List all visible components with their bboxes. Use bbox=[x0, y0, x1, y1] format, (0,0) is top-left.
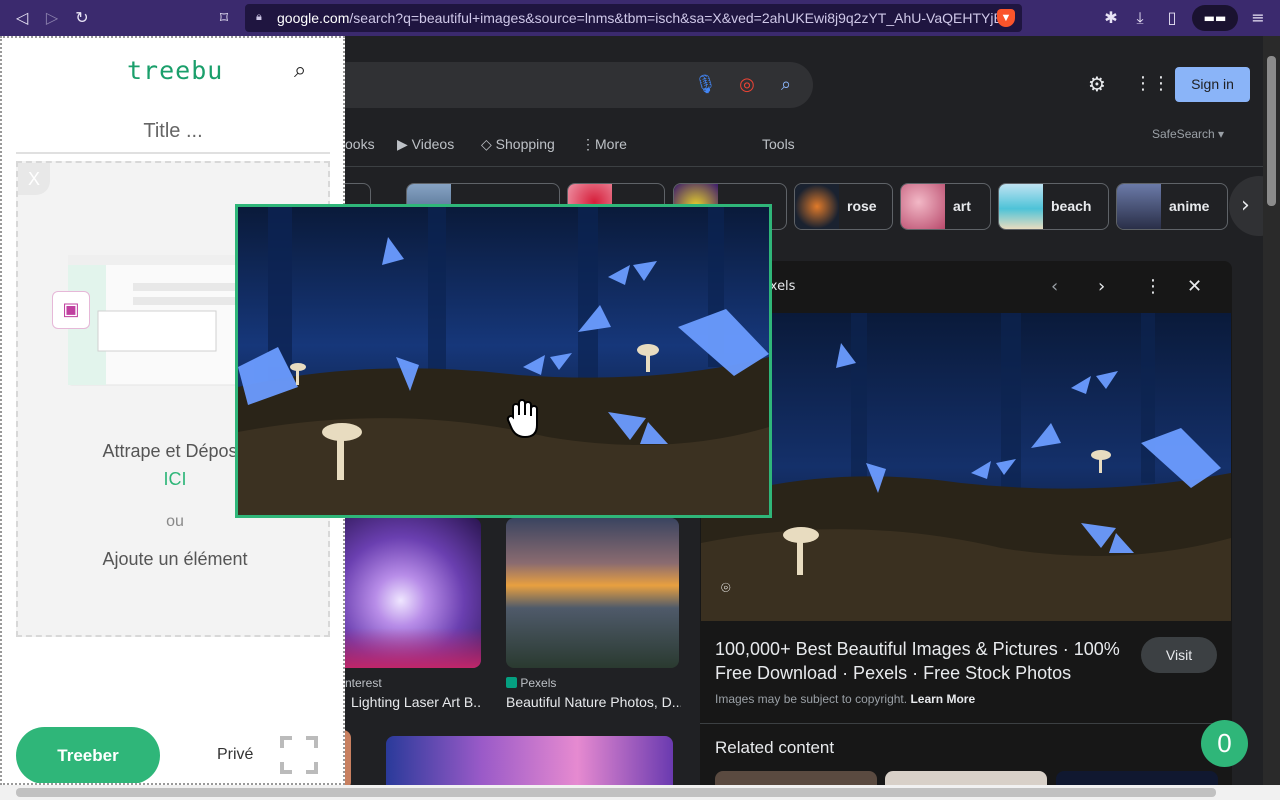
tab-more-label: More bbox=[595, 136, 627, 152]
safesearch-label: SafeSearch bbox=[1152, 127, 1215, 141]
add-item-link[interactable]: Ajoute un élément bbox=[18, 549, 332, 570]
search-box[interactable]: 🎙︎ ◎ ⌕ bbox=[345, 62, 813, 108]
related-thumb[interactable] bbox=[1056, 771, 1218, 785]
private-profile-icon[interactable]: ▬▬ bbox=[1192, 5, 1238, 31]
chip-thumb bbox=[1117, 184, 1161, 229]
tab-videos[interactable]: ▶︎ Videos bbox=[397, 136, 454, 153]
menu-icon[interactable]: ≡ bbox=[1246, 6, 1270, 30]
tab-books[interactable]: ooks bbox=[345, 136, 375, 152]
tab-shopping[interactable]: ◇ Shopping bbox=[481, 136, 555, 153]
brave-shield-icon[interactable]: ▼ bbox=[997, 9, 1015, 27]
divider bbox=[700, 723, 1232, 724]
result-image[interactable] bbox=[345, 518, 481, 668]
chip-anime[interactable]: anime bbox=[1116, 183, 1228, 230]
item-counter-badge[interactable]: 0 bbox=[1201, 720, 1248, 767]
treeber-button[interactable]: Treeber bbox=[16, 727, 160, 783]
panel-title[interactable]: 100,000+ Best Beautiful Images & Picture… bbox=[715, 637, 1135, 685]
related-content-heading: Related content bbox=[715, 738, 835, 757]
browser-toolbar: ◁ ▷ ↻ ⌑ google.com/search?q=beautiful+im… bbox=[0, 0, 1280, 36]
related-thumb[interactable] bbox=[715, 771, 877, 785]
visit-button[interactable]: Visit bbox=[1141, 637, 1217, 673]
fullscreen-icon[interactable] bbox=[280, 736, 318, 774]
lens-search-icon[interactable]: ⌾ bbox=[721, 578, 743, 600]
prev-icon[interactable]: ‹ bbox=[1051, 276, 1058, 297]
download-icon[interactable]: ⤓ bbox=[1128, 6, 1152, 30]
flowers-decor bbox=[345, 628, 481, 668]
title-input[interactable] bbox=[16, 110, 330, 154]
close-button[interactable]: X bbox=[18, 163, 50, 195]
safesearch-menu[interactable]: SafeSearch ▾ bbox=[1152, 127, 1224, 141]
chip-label: beach bbox=[1051, 198, 1092, 214]
result-source: Pexels bbox=[520, 676, 557, 690]
address-bar[interactable]: google.com/search?q=beautiful+images&sou… bbox=[245, 4, 1022, 32]
result-title[interactable]: Beautiful Nature Photos, D... bbox=[506, 694, 681, 710]
copyright-text: Images may be subject to copyright. bbox=[715, 692, 908, 706]
more-dots-icon: ⋮ bbox=[581, 136, 595, 152]
chip-beach[interactable]: beach bbox=[998, 183, 1109, 230]
bookmark-icon[interactable]: ⌑ bbox=[212, 6, 236, 30]
chevron-right-icon[interactable]: › bbox=[1229, 176, 1263, 236]
search-icon[interactable]: ⌕ bbox=[775, 74, 797, 96]
result-source-row: Pexels bbox=[506, 676, 556, 690]
scrollbar-thumb[interactable] bbox=[16, 788, 1216, 797]
private-toggle[interactable]: Privé bbox=[217, 746, 253, 764]
video-icon: ▶︎ bbox=[397, 136, 412, 152]
tab-videos-label: Videos bbox=[411, 136, 455, 152]
chip-thumb bbox=[795, 184, 839, 229]
chip-art[interactable]: art bbox=[900, 183, 991, 230]
chevron-down-icon: ▾ bbox=[1214, 127, 1225, 141]
preview-image[interactable]: ⌾ bbox=[701, 313, 1231, 621]
sidebar-icon[interactable]: ▯ bbox=[1160, 6, 1184, 30]
result-title[interactable]: Lighting Laser Art B... bbox=[351, 694, 481, 710]
grab-cursor-icon bbox=[505, 397, 545, 439]
result-image[interactable] bbox=[386, 736, 673, 785]
result-image[interactable] bbox=[345, 730, 351, 785]
scrollbar-thumb[interactable] bbox=[1267, 56, 1276, 206]
extensions-icon[interactable]: ✱ bbox=[1099, 6, 1123, 30]
apps-grid-icon[interactable]: ⋮⋮⋮ bbox=[1134, 73, 1188, 95]
result-source: nterest bbox=[345, 676, 382, 690]
tab-more[interactable]: ⋮More bbox=[581, 136, 627, 153]
copyright-note: Images may be subject to copyright. Lear… bbox=[715, 692, 975, 706]
chip-label: art bbox=[953, 198, 971, 214]
related-thumb[interactable] bbox=[885, 771, 1047, 785]
image-icon: ▣ bbox=[52, 291, 90, 329]
close-icon[interactable]: ✕ bbox=[1187, 276, 1202, 297]
result-image[interactable] bbox=[506, 518, 679, 668]
chip-label: anime bbox=[1169, 198, 1210, 214]
back-icon[interactable]: ◁ bbox=[10, 6, 34, 30]
search-icon[interactable]: ⌕ bbox=[294, 58, 320, 84]
sign-in-button[interactable]: Sign in bbox=[1175, 67, 1250, 102]
pexels-favicon-icon bbox=[506, 677, 517, 688]
tag-icon: ◇ bbox=[481, 136, 496, 152]
chip-rose[interactable]: rose bbox=[794, 183, 893, 230]
chip-thumb bbox=[999, 184, 1043, 229]
chip-thumb bbox=[901, 184, 945, 229]
image-preview-panel: exels ‹ › ⋮ ✕ ⌾ 100,000+ Best Beautiful … bbox=[700, 261, 1232, 785]
settings-gear-icon[interactable]: ⚙ bbox=[1086, 73, 1108, 95]
mic-icon[interactable]: 🎙︎ bbox=[694, 74, 717, 96]
url-host: google.com bbox=[277, 10, 350, 26]
horizontal-scrollbar[interactable] bbox=[0, 785, 1280, 800]
reload-icon[interactable]: ↻ bbox=[70, 6, 94, 30]
divider bbox=[345, 166, 1263, 167]
more-options-icon[interactable]: ⋮ bbox=[1144, 276, 1162, 297]
treebu-logo: treebu bbox=[127, 56, 224, 85]
lock-icon: 🔒︎ bbox=[256, 10, 262, 23]
learn-more-link[interactable]: Learn More bbox=[910, 692, 975, 706]
forward-icon[interactable]: ▷ bbox=[40, 6, 64, 30]
lens-icon[interactable]: ◎ bbox=[736, 74, 758, 96]
tools-button[interactable]: Tools bbox=[762, 136, 795, 152]
tab-shopping-label: Shopping bbox=[495, 136, 555, 152]
next-icon[interactable]: › bbox=[1098, 276, 1105, 297]
dragged-image[interactable] bbox=[235, 204, 772, 518]
vertical-scrollbar[interactable] bbox=[1263, 36, 1280, 785]
chip-label: rose bbox=[847, 198, 877, 214]
url-path: /search?q=beautiful+images&source=lnms&t… bbox=[349, 10, 1015, 26]
